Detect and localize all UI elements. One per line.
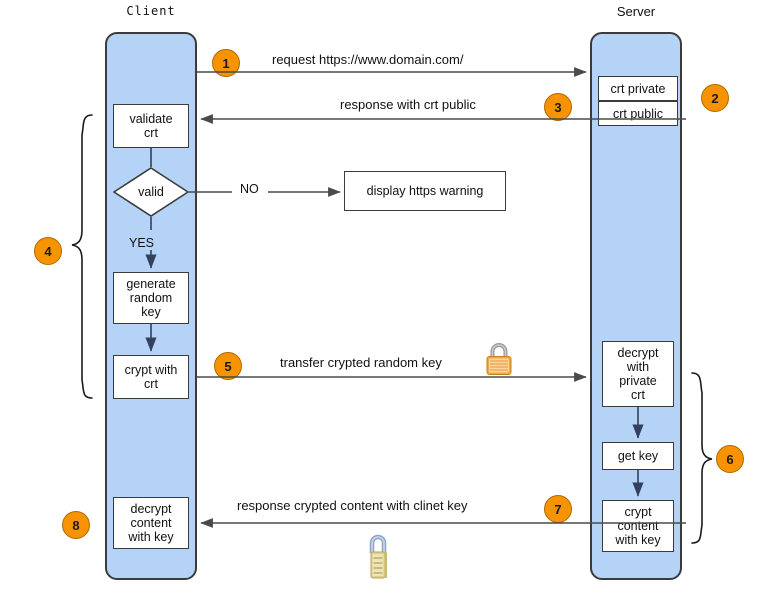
edge-label-no: NO <box>240 182 259 196</box>
combination-padlock-icon-svg <box>369 534 387 579</box>
server-lane-title: Server <box>616 4 656 19</box>
badge-2: 2 <box>701 84 729 112</box>
node-crypt-content-with-key: crypt content with key <box>602 500 674 552</box>
node-crt-private: crt private <box>598 76 678 101</box>
diagram-canvas: Client Server validate crt valid YES gen… <box>0 0 775 604</box>
node-crypt-with-crt: crypt with crt <box>113 355 189 399</box>
node-validate-crt: validate crt <box>113 104 189 148</box>
badge-6: 6 <box>716 445 744 473</box>
badge-1: 1 <box>212 49 240 77</box>
edge-label-yes: YES <box>129 236 155 250</box>
client-lane-title: Client <box>126 4 176 18</box>
message-label-transfer-key: transfer crypted random key <box>280 355 442 370</box>
node-decrypt-content-with-key: decrypt content with key <box>113 497 189 549</box>
message-label-request: request https://www.domain.com/ <box>272 52 464 67</box>
valid-label: valid <box>138 185 164 199</box>
padlock-icon <box>484 342 514 378</box>
combination-padlock-icon <box>364 531 392 581</box>
message-label-response-crt-public: response with crt public <box>340 97 476 112</box>
badge-8: 8 <box>62 511 90 539</box>
brace-step-6 <box>691 372 713 544</box>
node-crt-public: crt public <box>598 101 678 126</box>
badge-5: 5 <box>214 352 242 380</box>
badge-4: 4 <box>34 237 62 265</box>
message-label-response-content: response crypted content with clinet key <box>237 498 468 513</box>
node-display-https-warning: display https warning <box>344 171 506 211</box>
badge-7: 7 <box>544 495 572 523</box>
node-decrypt-with-private-crt: decrypt with private crt <box>602 341 674 407</box>
badge-3: 3 <box>544 93 572 121</box>
node-generate-random-key: generate random key <box>113 272 189 324</box>
brace-step-4 <box>71 114 93 399</box>
node-get-key: get key <box>602 442 674 470</box>
node-valid-decision: valid <box>113 167 189 217</box>
padlock-icon-svg <box>486 343 512 375</box>
